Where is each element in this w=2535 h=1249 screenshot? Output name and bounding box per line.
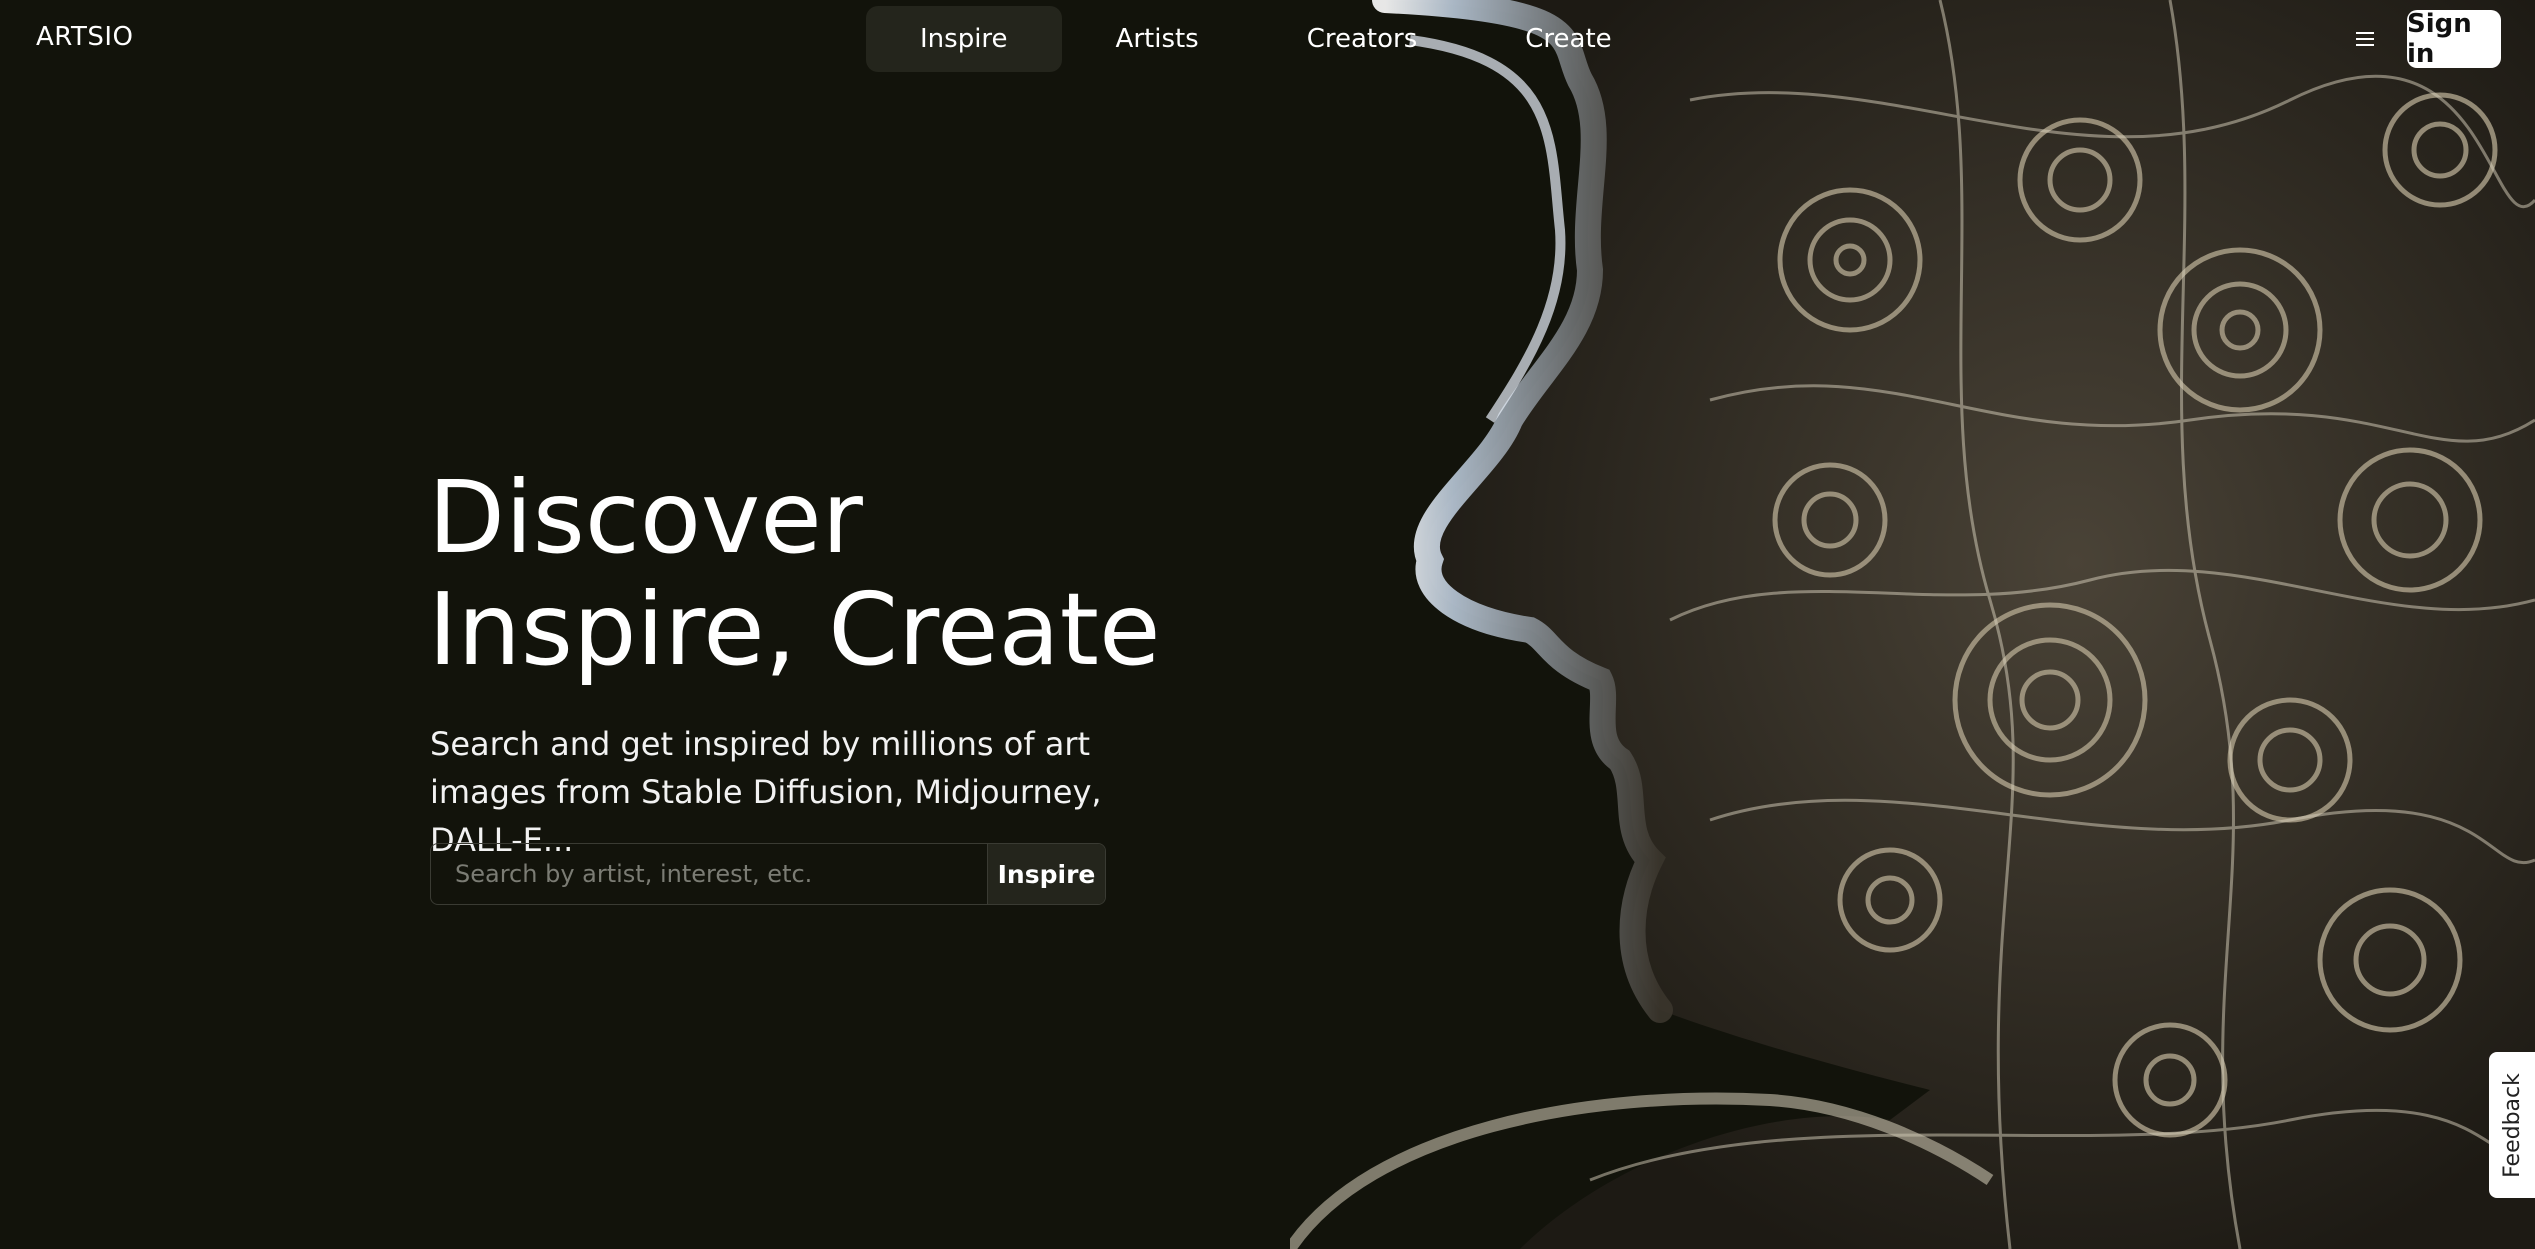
feedback-label: Feedback [2499,1072,2525,1178]
nav-item-creators[interactable]: Creators [1253,6,1472,72]
feedback-tab[interactable]: Feedback [2489,1052,2535,1198]
hamburger-menu-icon[interactable] [2352,26,2378,52]
headline-line-2: Inspire, Create [428,571,1161,688]
main-nav: Inspire Artists Creators Create [866,6,1666,72]
nav-item-inspire[interactable]: Inspire [866,6,1062,72]
search-bar: Inspire [430,843,1106,905]
nav-item-artists[interactable]: Artists [1062,6,1253,72]
hero-headline: Discover Inspire, Create [428,462,1161,686]
nav-item-create[interactable]: Create [1471,6,1665,72]
headline-line-1: Discover [428,459,863,576]
sign-in-button[interactable]: Sign in [2407,9,2501,69]
landing-page: ARTSIO Inspire Artists Creators Create S… [0,0,2535,1249]
search-input[interactable] [431,844,987,904]
inspire-search-button[interactable]: Inspire [987,844,1105,904]
brand-logo[interactable]: ARTSIO [36,22,133,52]
hero-artwork [1290,0,2535,1249]
